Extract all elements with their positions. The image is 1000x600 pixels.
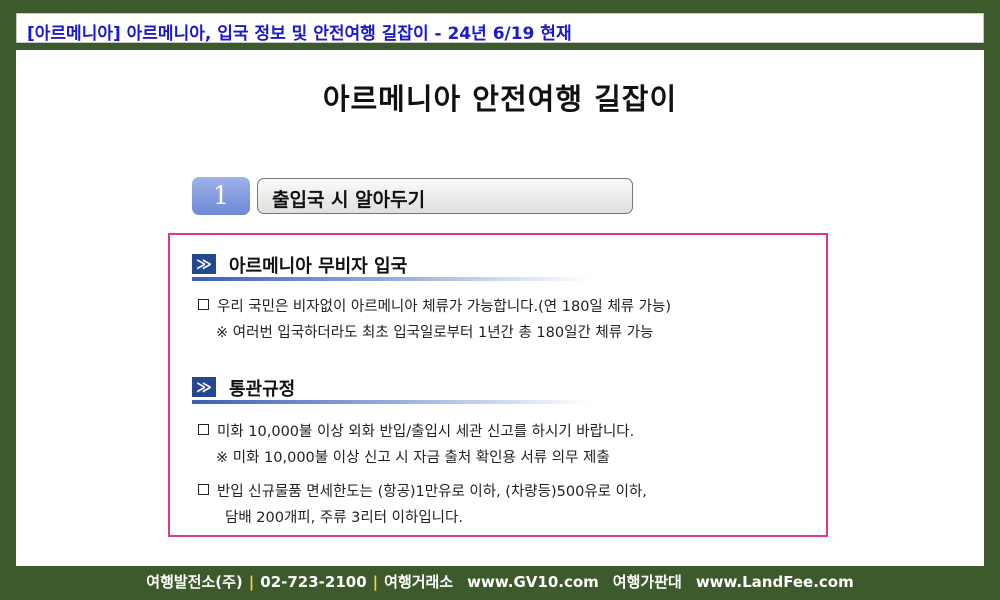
- bullet-continuation: 담배 200개피, 주류 3리터 이하입니다.: [225, 510, 463, 526]
- bullet-text: 우리 국민은 비자없이 아르메니아 체류가 가능합니다.(연 180일 체류 가…: [217, 299, 671, 315]
- footer-bar: 여행발전소(주) | 02-723-2100 | 여행거래소 www.GV10.com 여행…: [0, 571, 1000, 592]
- bullet-text: 미화 10,000불 이상 외화 반입/출입시 세관 신고를 하시기 바랍니다.: [217, 424, 635, 440]
- document-page: 아르메니아 안전여행 길잡이 1 출입국 시 알아두기 ≫ 아르메니아 무비자 …: [16, 50, 984, 566]
- subheading-underline: [192, 277, 592, 281]
- footer-company: 여행발전소(주): [146, 573, 243, 591]
- subheading-visa: ≫ 아르메니아 무비자 입국: [192, 249, 592, 283]
- section-number-badge: 1: [192, 177, 250, 215]
- checkbox-bullet-icon: [198, 424, 209, 435]
- double-chevron-icon: ≫: [192, 377, 216, 397]
- bullet-item: 우리 국민은 비자없이 아르메니아 체류가 가능합니다.(연 180일 체류 가…: [198, 295, 671, 316]
- footer-separator: |: [248, 573, 255, 591]
- double-chevron-icon: ≫: [192, 254, 216, 274]
- header-bar: [아르메니아] 아르메니아, 입국 정보 및 안전여행 길잡이 - 24년 6/…: [16, 13, 984, 44]
- note-item: ※ 미화 10,000불 이상 신고 시 자금 출처 확인용 서류 의무 제출: [216, 450, 610, 466]
- subheading-underline: [192, 400, 592, 404]
- subheading-label: 통관규정: [229, 379, 296, 400]
- footer-site1-url[interactable]: www.GV10.com: [467, 573, 599, 591]
- bullet-text: 반입 신규물품 면세한도는 (항공)1만유로 이하, (차량등)500유로 이하…: [217, 484, 647, 500]
- bullet-item: 미화 10,000불 이상 외화 반입/출입시 세관 신고를 하시기 바랍니다.: [198, 420, 634, 441]
- content-box: ≫ 아르메니아 무비자 입국 우리 국민은 비자없이 아르메니아 체류가 가능합…: [168, 233, 828, 537]
- section-title: 출입국 시 알아두기: [272, 189, 426, 211]
- header-title: [아르메니아] 아르메니아, 입국 정보 및 안전여행 길잡이 - 24년 6/…: [27, 24, 572, 44]
- footer-site2-url[interactable]: www.LandFee.com: [696, 573, 854, 591]
- footer-separator: |: [372, 573, 379, 591]
- main-title: 아르메니아 안전여행 길잡이: [322, 82, 678, 116]
- footer-phone: 02-723-2100: [260, 573, 367, 591]
- footer-site1-name: 여행거래소: [384, 573, 454, 591]
- section-title-box: 출입국 시 알아두기: [257, 178, 633, 214]
- subheading-customs: ≫ 통관규정: [192, 372, 592, 406]
- checkbox-bullet-icon: [198, 299, 209, 310]
- subheading-label: 아르메니아 무비자 입국: [229, 256, 408, 277]
- bullet-item: 반입 신규물품 면세한도는 (항공)1만유로 이하, (차량등)500유로 이하…: [198, 480, 647, 501]
- footer-site2-name: 여행가판대: [612, 573, 682, 591]
- note-item: ※ 여러번 입국하더라도 최초 입국일로부터 1년간 총 180일간 체류 가능: [216, 325, 654, 341]
- checkbox-bullet-icon: [198, 484, 209, 495]
